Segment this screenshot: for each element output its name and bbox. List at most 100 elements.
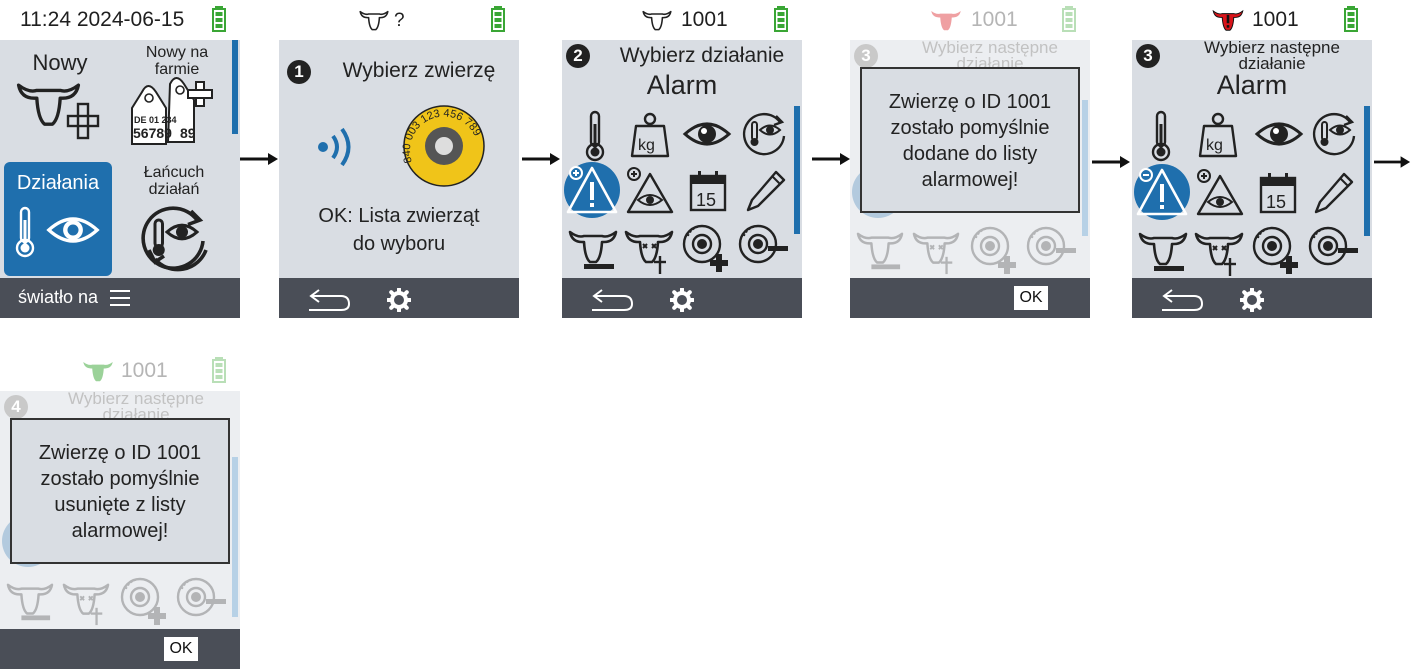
weight-icon[interactable]: kg	[628, 112, 672, 160]
footer-bar: OK	[850, 278, 1090, 318]
cow-add-icon[interactable]	[16, 78, 104, 140]
cow-dead-icon[interactable]	[624, 228, 674, 276]
status-bar: 1001	[1132, 0, 1372, 40]
temperature-observe-icon[interactable]	[1312, 110, 1358, 156]
cow-icon	[642, 10, 672, 31]
tag-remove-icon[interactable]	[1308, 226, 1360, 274]
screen-alarm-added: 1001 3 Wybierz następne działanie Zwierz…	[850, 0, 1090, 318]
cow-icon	[83, 362, 113, 382]
calendar-icon[interactable]: 15	[1258, 170, 1298, 214]
light-toggle-label[interactable]: światło na	[18, 287, 98, 308]
eye-icon[interactable]	[682, 114, 732, 154]
svg-text:kg: kg	[1206, 137, 1223, 154]
ok-button[interactable]: OK	[164, 637, 198, 661]
step-badge: 3	[854, 44, 878, 68]
status-bar: 11:24 2024-06-15	[0, 0, 240, 40]
settings-icon[interactable]	[387, 288, 411, 312]
scrollbar[interactable]	[794, 106, 800, 234]
tag-add-icon[interactable]	[1252, 226, 1302, 278]
dialog-line-4: alarmowej!	[921, 169, 1019, 191]
rfid-scan-icon	[318, 127, 351, 167]
tag-add-icon[interactable]	[682, 224, 732, 276]
temperature-observe-icon[interactable]	[742, 110, 788, 156]
main-menu-body: Nowy Nowy na farmie DE 01 234 56789 89 D…	[0, 40, 240, 278]
status-bar: 1001	[0, 351, 240, 391]
step-badge: 3	[1136, 44, 1160, 68]
page-subtitle: Alarm	[646, 70, 718, 100]
weight-icon[interactable]: kg	[1196, 112, 1240, 160]
cow-icon	[359, 10, 389, 31]
observe-add-icon[interactable]	[1196, 168, 1244, 216]
battery-icon	[212, 6, 226, 32]
info-dialog: Zwierzę o ID 1001 zostało pomyślnie doda…	[860, 67, 1080, 213]
footer-bar: światło na	[0, 278, 240, 318]
pencil-icon[interactable]	[746, 168, 786, 212]
alarm-added-body: 3 Wybierz następne działanie Zwierzę o I…	[850, 40, 1090, 278]
status-animal-id: 1001	[1252, 8, 1299, 31]
cow-remove-icon[interactable]	[1138, 230, 1188, 276]
battery-icon	[1062, 6, 1076, 32]
battery-icon	[774, 6, 788, 32]
ear-tag-big-text: 56789	[133, 125, 172, 141]
svg-text:15: 15	[696, 190, 716, 210]
status-datetime: 11:24 2024-06-15	[20, 8, 185, 31]
tile-nowy-na-farmie-label: Nowy na farmie	[145, 44, 209, 78]
step-badge: 1	[287, 60, 311, 84]
back-icon[interactable]	[307, 286, 353, 314]
cow-dead-icon[interactable]	[1194, 230, 1244, 278]
alarm-add-icon[interactable]	[566, 164, 618, 216]
observe-add-icon[interactable]	[626, 166, 674, 214]
page-title: Wybierz zwierzę	[342, 59, 496, 82]
flow-arrow	[1374, 155, 1412, 169]
tile-dzialania-label: Działania	[16, 172, 100, 194]
dialog-line-1: Zwierzę o ID 1001	[888, 91, 1052, 113]
thermometer-icon[interactable]	[582, 110, 608, 162]
calendar-icon[interactable]: 15	[688, 168, 728, 212]
ear-tag-add-icon[interactable]: DE 01 234 56789 89	[130, 74, 220, 146]
status-bar: ?	[279, 0, 519, 40]
cow-remove-icon	[6, 581, 54, 625]
back-icon[interactable]	[590, 286, 636, 314]
status-animal-id: 1001	[681, 8, 728, 31]
thermometer-icon	[15, 206, 35, 258]
tag-remove-icon[interactable]	[738, 224, 790, 272]
footer-bar	[279, 278, 519, 318]
tile-lancuch-label: Łańcuch działań	[143, 164, 205, 198]
svg-text:15: 15	[1266, 192, 1286, 212]
page-title: Wybierz działanie	[619, 44, 785, 67]
status-animal-id: 1001	[971, 8, 1018, 31]
dialog-line-2: zostało pomyślnie	[890, 117, 1050, 139]
eye-icon[interactable]	[1254, 114, 1304, 154]
scrollbar[interactable]	[232, 40, 238, 134]
alarm-removed-body: 4 Wybierz następne działanie Zwierzę o I…	[0, 391, 240, 629]
thermometer-icon[interactable]	[1148, 110, 1174, 162]
settings-icon[interactable]	[1240, 288, 1264, 312]
alarm-remove-icon[interactable]	[1136, 166, 1188, 218]
settings-icon[interactable]	[670, 288, 694, 312]
select-animal-body: 1 Wybierz zwierzę 840 003 123 456 789 OK…	[279, 40, 519, 278]
cow-remove-icon[interactable]	[568, 228, 618, 274]
tag-add-icon	[970, 226, 1016, 274]
footer-bar	[1132, 278, 1372, 318]
action-chain-icon[interactable]	[140, 202, 212, 274]
flow-arrow	[522, 152, 562, 166]
tag-remove-icon	[176, 577, 226, 617]
scrollbar[interactable]	[1364, 106, 1370, 236]
electronic-tag-icon: 840 003 123 456 789	[402, 105, 485, 187]
back-icon[interactable]	[1160, 286, 1206, 314]
battery-icon	[1344, 6, 1358, 32]
step-badge: 2	[566, 44, 590, 68]
battery-icon	[491, 6, 505, 32]
status-animal-id: 1001	[121, 359, 168, 382]
cow-dead-icon	[62, 581, 110, 627]
scrollbar	[232, 457, 238, 617]
dialog-line-1: Zwierzę o ID 1001	[38, 442, 202, 464]
screen-select-animal: ? 1 Wybierz zwierzę 840 003 123 456 789 …	[279, 0, 519, 318]
menu-icon[interactable]	[110, 290, 132, 308]
status-animal-id: ?	[394, 10, 405, 31]
pencil-icon[interactable]	[1314, 170, 1354, 214]
scrollbar	[1082, 100, 1088, 236]
tag-add-icon	[120, 577, 166, 625]
tag-remove-icon	[1026, 226, 1076, 266]
ok-button[interactable]: OK	[1014, 286, 1048, 310]
